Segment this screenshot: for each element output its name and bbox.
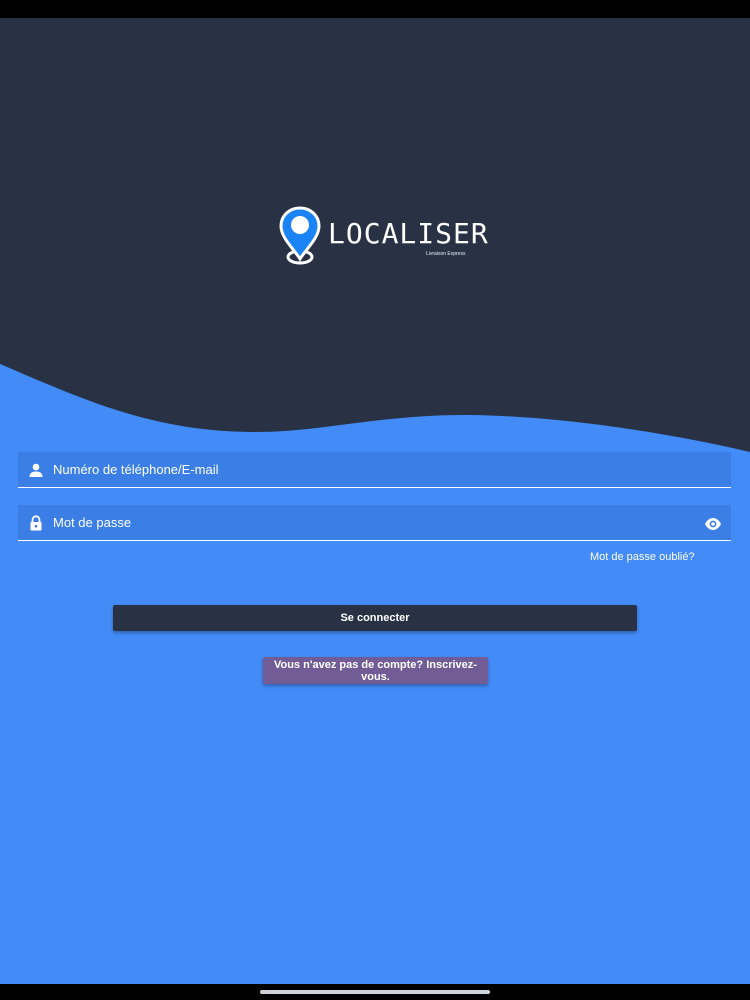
signup-button[interactable]: Vous n'avez pas de compte? Inscrivez-vou… [263, 657, 488, 684]
password-field[interactable] [18, 505, 731, 541]
forgot-password-link[interactable]: Mot de passe oublié? [590, 551, 695, 563]
status-bar [0, 0, 750, 18]
person-icon [29, 463, 43, 477]
identifier-input[interactable] [53, 456, 693, 482]
eye-icon[interactable] [704, 517, 722, 531]
identifier-field[interactable] [18, 452, 731, 488]
lock-icon [30, 515, 42, 531]
password-input[interactable] [53, 509, 693, 535]
app-logo: LOCALISER Livraison Express [278, 205, 488, 269]
login-button[interactable]: Se connecter [113, 605, 637, 631]
navigation-bar [0, 984, 750, 1000]
location-pin-icon [279, 206, 321, 265]
home-indicator[interactable] [260, 990, 490, 994]
login-screen: LOCALISER Livraison Express Mot de passe… [0, 0, 750, 1000]
logo-title: LOCALISER [328, 217, 489, 250]
logo-tagline: Livraison Express [426, 251, 466, 257]
